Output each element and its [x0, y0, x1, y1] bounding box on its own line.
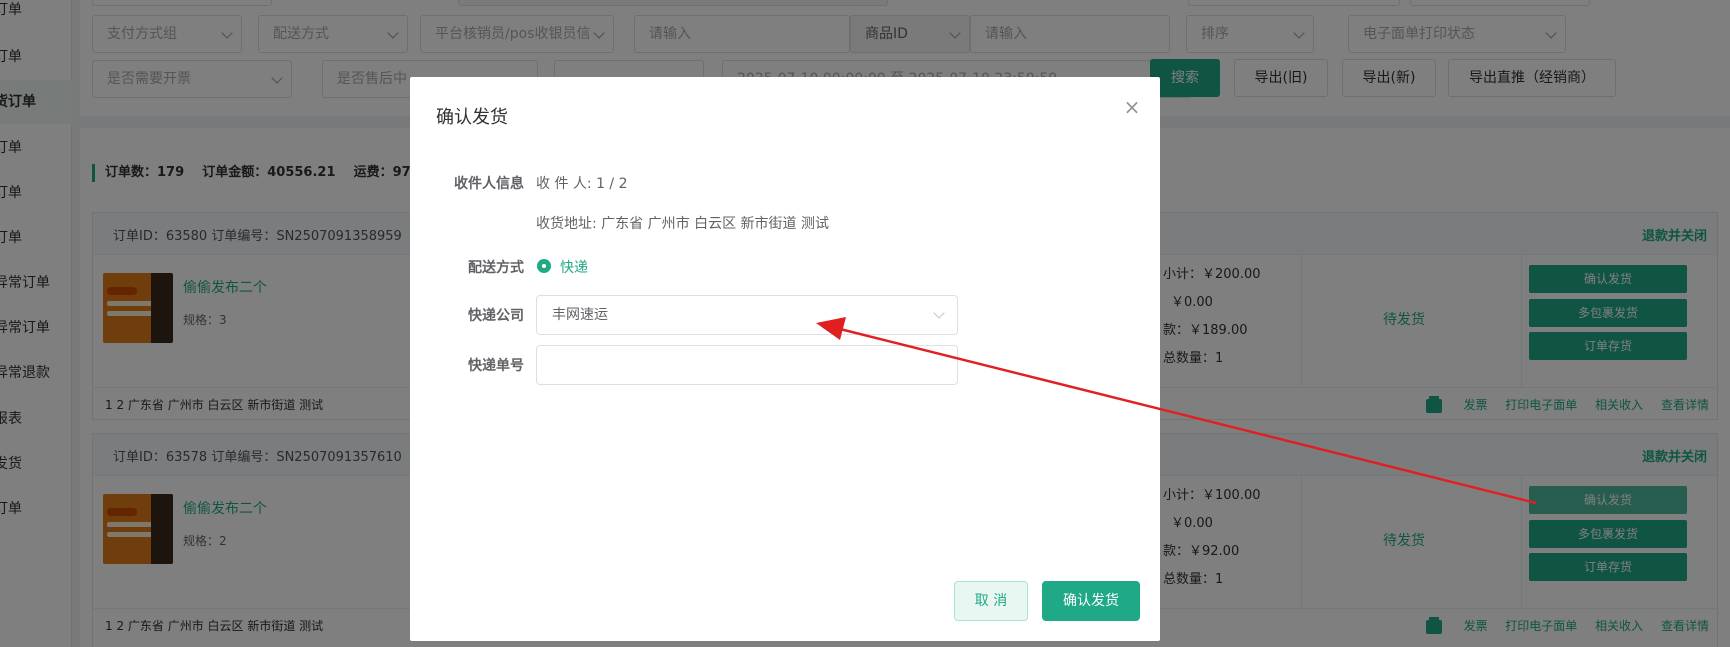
cancel-button[interactable]: 取 消 [954, 581, 1028, 621]
shipping-address: 收货地址: 广东省 广州市 白云区 新市街道 测试 [536, 216, 829, 232]
courier-select[interactable]: 丰网速运 [536, 295, 958, 335]
chevron-down-icon [933, 307, 945, 319]
app-root: 订单 订单 货订单 订单 订单 订单 异常订单 异常订单 异常退款 报表 发货 … [0, 0, 1730, 647]
confirm-shipment-dialog: 确认发货 × 收件人信息 收 件 人: 1 / 2 收货地址: 广东省 广州市 … [410, 77, 1160, 641]
delivery-method-label: 配送方式 [468, 260, 524, 276]
recipient-label: 收件人信息 [454, 176, 524, 192]
courier-label: 快递公司 [468, 308, 524, 324]
confirm-shipment-dialog-button[interactable]: 确认发货 [1042, 581, 1140, 621]
delivery-option-label[interactable]: 快递 [560, 257, 588, 277]
recipient-value: 收 件 人: 1 / 2 [536, 176, 628, 192]
tracking-number-input[interactable] [536, 345, 958, 385]
tracking-number-label: 快递单号 [468, 358, 524, 374]
dialog-title: 确认发货 [436, 107, 508, 128]
courier-value: 丰网速运 [552, 307, 608, 323]
delivery-radio[interactable] [537, 259, 551, 273]
close-icon[interactable]: × [1122, 97, 1142, 117]
